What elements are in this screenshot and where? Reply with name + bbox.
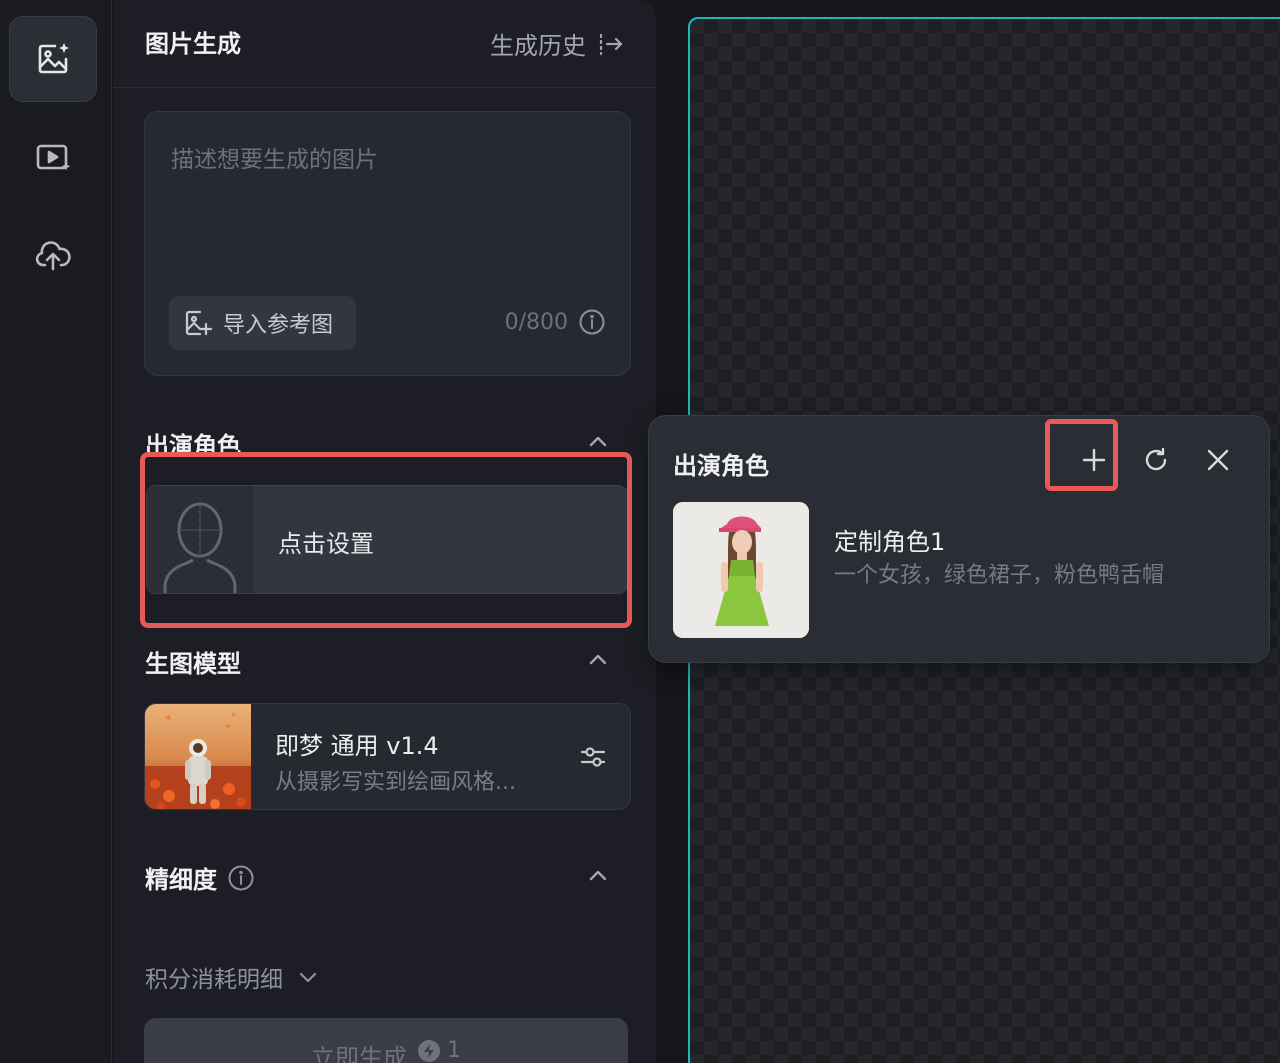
refresh-icon [1145, 447, 1167, 471]
import-reference-label: 导入参考图 [223, 313, 334, 338]
character-set-card[interactable]: 点击设置 [146, 485, 628, 594]
person-silhouette-icon [163, 502, 237, 593]
generate-label: 立即生成 [311, 1044, 407, 1063]
char-counter-text: 0/800 [504, 309, 568, 335]
sliders-icon[interactable] [578, 742, 608, 772]
credits-indicator: 1 [417, 1038, 461, 1063]
model-section-title: 生图模型 [145, 650, 241, 678]
chevron-up-icon[interactable] [586, 648, 610, 672]
character-set-label: 点击设置 [278, 530, 374, 558]
rail-cloud-upload-button[interactable] [9, 212, 97, 298]
info-icon[interactable] [578, 308, 606, 336]
cost-details-toggle[interactable]: 积分消耗明细 [145, 960, 319, 994]
prompt-input[interactable] [171, 140, 611, 260]
add-character-button[interactable] [1076, 442, 1112, 478]
model-name: 即梦 通用 v1.4 [275, 732, 439, 760]
image-add-icon [185, 310, 213, 336]
rail-video-generate-button[interactable] [9, 114, 97, 200]
character-name: 定制角色1 [834, 528, 946, 556]
chevron-up-icon[interactable] [586, 430, 610, 454]
characters-section-title: 出演角色 [145, 432, 241, 460]
image-generate-icon [38, 43, 69, 74]
generate-button[interactable]: 立即生成 1 [144, 1018, 628, 1063]
app-root: 图片生成 生成历史 导入参考图 0/800 [0, 0, 1280, 1063]
page-title: 图片生成 [145, 30, 241, 58]
model-thumbnail-image [145, 704, 251, 809]
history-label: 生成历史 [490, 32, 586, 60]
chevron-up-icon[interactable] [586, 864, 610, 888]
model-description: 从摄影写实到绘画风格... [275, 770, 516, 795]
generation-panel: 图片生成 生成历史 导入参考图 0/800 [113, 0, 656, 1063]
model-card[interactable]: 即梦 通用 v1.4 从摄影写实到绘画风格... [144, 703, 631, 810]
import-reference-button[interactable]: 导入参考图 [169, 296, 356, 350]
characters-popup: 出演角色 定制角色1 一个女孩，绿色裙子，粉色鸭舌帽 [648, 415, 1270, 663]
close-button[interactable] [1200, 442, 1236, 478]
char-counter: 0/800 [505, 308, 606, 336]
cost-details-label: 积分消耗明细 [145, 967, 283, 993]
rail-image-generate-button[interactable] [9, 16, 97, 102]
cloud-upload-icon [35, 241, 71, 271]
refresh-button[interactable] [1138, 442, 1174, 478]
plus-icon [1082, 448, 1106, 472]
credits-icon [418, 1039, 440, 1062]
detail-section-header: 精细度 [145, 860, 255, 895]
prompt-box: 导入参考图 0/800 [144, 111, 631, 376]
collapse-right-icon [599, 33, 623, 55]
icon-rail [0, 0, 112, 1063]
panel-header: 图片生成 生成历史 [113, 0, 656, 88]
character-image [673, 502, 809, 638]
character-thumbnail[interactable] [673, 502, 809, 638]
info-icon[interactable] [227, 864, 255, 892]
popup-title: 出演角色 [673, 452, 769, 480]
close-icon [1207, 449, 1229, 471]
avatar-placeholder [147, 486, 253, 593]
chevron-down-icon [299, 972, 317, 983]
history-button[interactable]: 生成历史 [490, 26, 626, 61]
video-generate-icon [36, 144, 71, 171]
credits-count: 1 [447, 1038, 461, 1063]
character-description: 一个女孩，绿色裙子，粉色鸭舌帽 [834, 563, 1165, 588]
detail-section-title: 精细度 [145, 866, 217, 894]
